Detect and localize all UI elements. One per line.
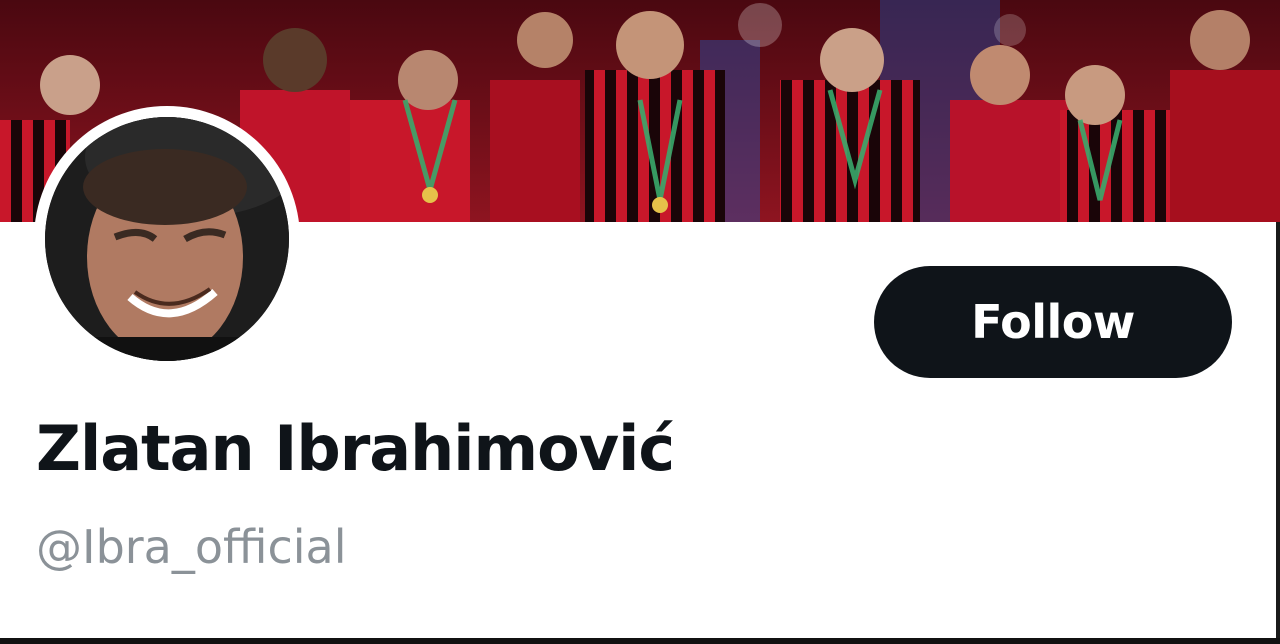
profile-photo-icon <box>45 117 289 361</box>
profile-header: Follow Zlatan Ibrahimović @Ibra_official <box>0 0 1280 644</box>
profile-handle: @Ibra_official <box>36 520 347 574</box>
frame-edge <box>1276 222 1280 644</box>
avatar[interactable] <box>45 117 289 361</box>
frame-edge <box>0 638 1280 644</box>
follow-button[interactable]: Follow <box>874 266 1232 378</box>
profile-display-name: Zlatan Ibrahimović <box>36 412 675 485</box>
